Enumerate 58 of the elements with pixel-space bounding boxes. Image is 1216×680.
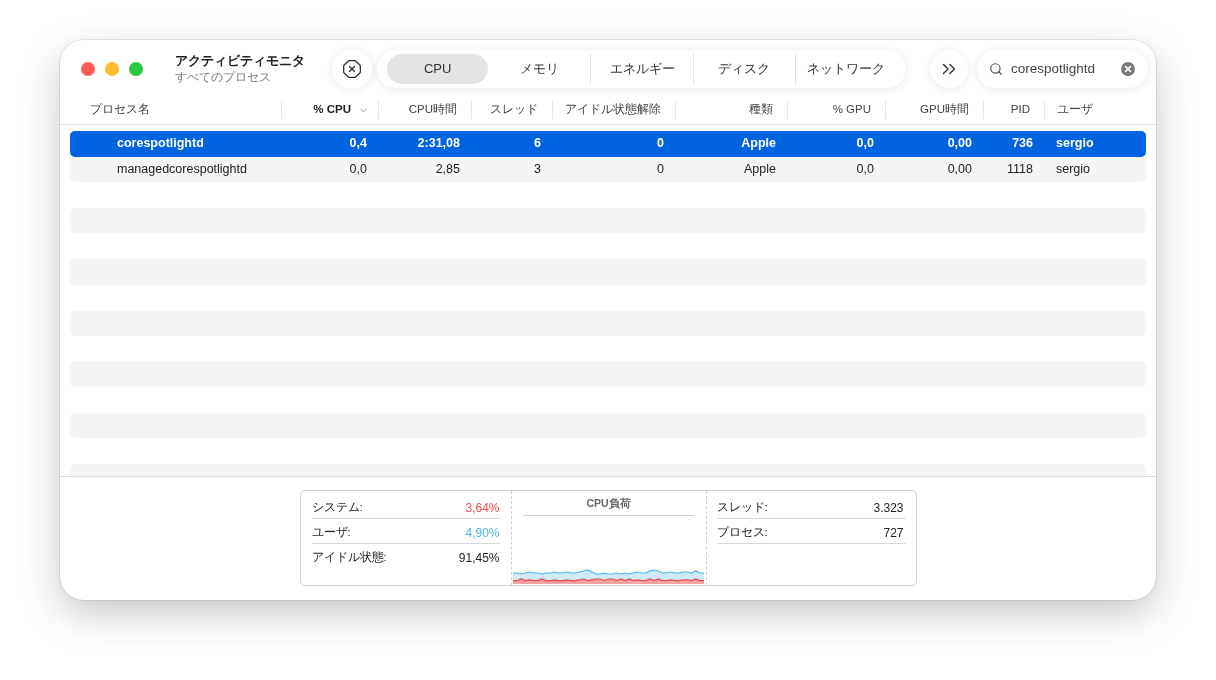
table-cell-text: sergio	[1055, 135, 1095, 153]
stat-label: プロセス:	[716, 524, 768, 540]
table-cell-text: 736	[1011, 135, 1034, 153]
window-subtitle: すべてのプロセス	[175, 69, 272, 85]
table-cell-text: 2,85	[434, 161, 461, 178]
stat-value: 3.323	[873, 499, 905, 517]
column-header[interactable]: ユーザ	[1057, 101, 1093, 119]
column-header[interactable]: アイドル状態解除	[565, 101, 661, 119]
table-cell-text: Apple	[743, 161, 777, 178]
stat-label: スレッド:	[716, 499, 768, 515]
table-cell-text: 0,00	[946, 161, 973, 178]
stat-value: 91,45%	[458, 550, 500, 567]
table-row[interactable]: corespotlightd 0,4 2:31,08 6 0 Apple 0,0 0,00 736 sergio	[70, 131, 1146, 157]
chart-title: CPU負荷	[586, 495, 631, 511]
window-title: アクティビティモニタ	[175, 53, 306, 70]
search-icon	[989, 62, 1003, 76]
column-header[interactable]: GPU時間	[920, 101, 969, 119]
stat-label: ユーザ:	[311, 524, 351, 540]
column-header[interactable]: % GPU	[832, 101, 871, 119]
stat-value: 727	[883, 524, 905, 542]
table-cell-text: corespotlightd	[116, 135, 205, 153]
table-cell-text: Apple	[740, 135, 777, 153]
search-field[interactable]: corespotlightd	[977, 50, 1148, 88]
table-cell-text: 0,4	[348, 135, 368, 153]
column-header[interactable]: CPU時間	[408, 101, 457, 119]
table-cell-text: 3	[533, 161, 542, 178]
tab[interactable]: CPU	[387, 54, 489, 84]
column-header[interactable]: プロセス名	[90, 101, 150, 119]
table-row[interactable]: managedcorespotlightd 0,0 2,85 3 0 Apple 0,0 0,00 1118 sergio	[70, 156, 1146, 183]
table-cell-text: 0,0	[855, 135, 875, 153]
column-header[interactable]: 種類	[749, 101, 773, 119]
clear-icon[interactable]	[1121, 62, 1135, 76]
maximize-button[interactable]	[129, 62, 143, 76]
table-cell-text: 1118	[1006, 161, 1034, 178]
tab[interactable]: エネルギー	[591, 54, 693, 84]
tab[interactable]: メモリ	[489, 54, 591, 84]
stat-label: システム:	[311, 499, 363, 515]
column-header[interactable]: % CPU	[313, 101, 369, 119]
close-button[interactable]	[81, 62, 95, 76]
tab[interactable]: ディスク	[693, 54, 795, 84]
stat-value: 4,90%	[465, 524, 500, 542]
table-cell-text: 2:31,08	[416, 135, 461, 153]
stat-value: 3,64%	[465, 499, 500, 517]
table-cell-text: managedcorespotlightd	[116, 161, 248, 178]
column-header[interactable]: スレッド	[490, 101, 538, 119]
stop-icon	[342, 59, 362, 79]
table-cell-text: 0,00	[946, 135, 973, 153]
table-cell-text: 0,0	[348, 161, 368, 178]
table-cell-text: 0	[656, 135, 665, 153]
table-cell-text: 0	[656, 161, 665, 178]
column-header[interactable]: PID	[1010, 101, 1030, 119]
more-button[interactable]	[930, 50, 968, 88]
table-cell-text: sergio	[1055, 161, 1092, 178]
table-cell-text: 6	[533, 135, 542, 153]
tab[interactable]: ネットワーク	[795, 54, 897, 84]
stop-process-button[interactable]	[332, 49, 372, 89]
stat-label: アイドル状態:	[311, 550, 387, 566]
table-cell-text: 0,0	[855, 161, 875, 178]
